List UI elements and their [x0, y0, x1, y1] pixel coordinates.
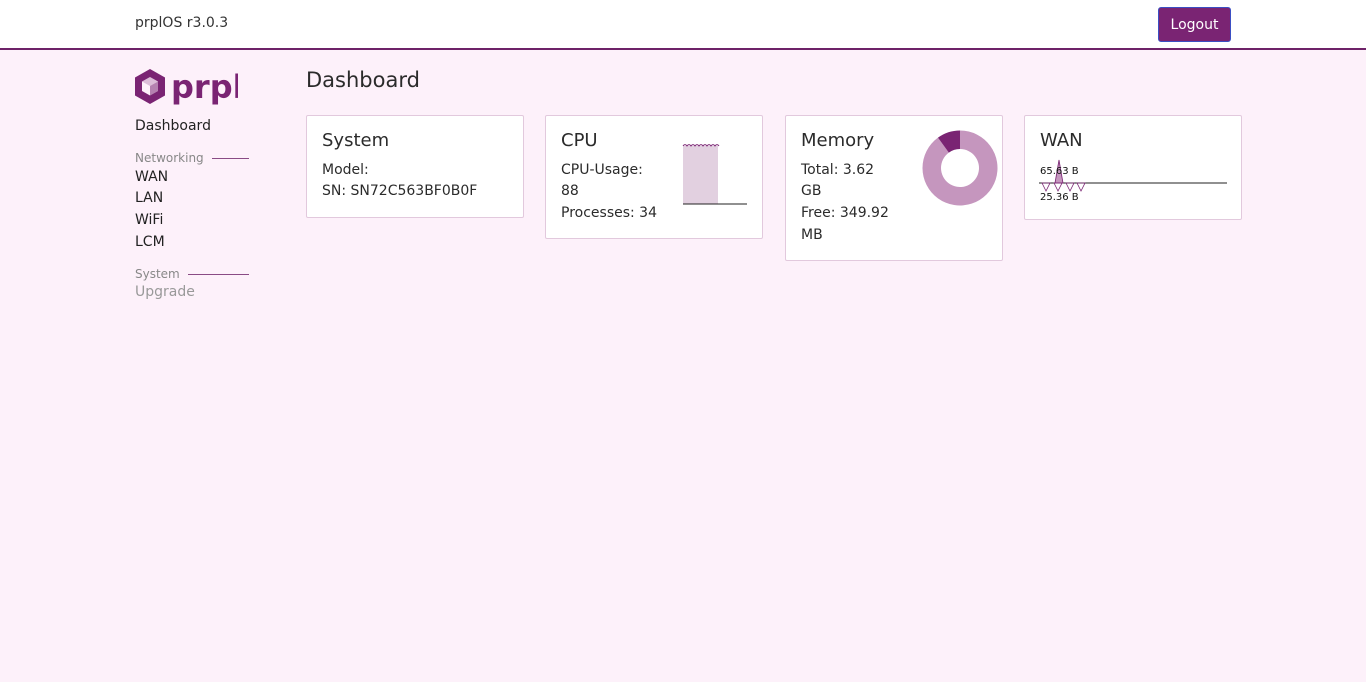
wan-tx-mark — [1065, 182, 1075, 192]
wan-card[interactable]: WAN 65.63 B 25.36 B — [1024, 115, 1242, 220]
system-model: Model: — [322, 162, 369, 178]
system-card[interactable]: System Model: SN: SN72C563BF0B0F — [306, 115, 524, 218]
memory-total-unit: GB — [801, 183, 822, 199]
wan-traffic-chart: 65.63 B 25.36 B — [1039, 159, 1227, 203]
section-divider — [211, 157, 249, 159]
memory-used-slice — [922, 130, 998, 206]
system-serial: SN: SN72C563BF0B0F — [322, 183, 478, 199]
page-title: Dashboard — [306, 68, 420, 92]
cpu-usage-line — [682, 144, 720, 147]
card-title: System — [322, 130, 390, 151]
logo-wordmark: prpl — [171, 68, 238, 106]
sidebar-section-title: System — [135, 267, 180, 281]
sidebar-item-lan[interactable]: LAN — [135, 190, 163, 206]
card-title: WAN — [1040, 130, 1083, 151]
sidebar-item-upgrade[interactable]: Upgrade — [135, 284, 195, 300]
cpu-usage-value: 88 — [561, 183, 579, 199]
card-title: CPU — [561, 130, 598, 151]
cpu-usage-label: CPU-Usage: — [561, 162, 643, 178]
memory-total: Total: 3.62 — [801, 162, 875, 178]
wan-rx-label: 65.63 B — [1040, 166, 1079, 177]
wan-tx-label: 25.36 B — [1040, 192, 1079, 203]
sidebar-item-wifi[interactable]: WiFi — [135, 212, 163, 228]
sidebar-item-wan[interactable]: WAN — [135, 169, 168, 185]
sidebar-section-networking: Networking — [135, 151, 249, 165]
top-bar: prplOS r3.0.3 Logout — [0, 0, 1366, 50]
section-divider — [187, 273, 249, 275]
sidebar-section-system: System — [135, 267, 249, 281]
sidebar-section-title: Networking — [135, 151, 204, 165]
logout-button[interactable]: Logout — [1158, 7, 1231, 42]
prpl-cube-logo-icon: prpl — [135, 68, 244, 106]
cpu-usage-bar — [683, 145, 718, 204]
memory-card[interactable]: Memory Total: 3.62 GB Free: 349.92 MB — [785, 115, 1003, 261]
wan-tx-mark — [1053, 182, 1063, 192]
version-label: prplOS r3.0.3 — [135, 15, 229, 31]
cpu-processes: Processes: 34 — [561, 205, 657, 221]
prpl-logo[interactable]: prpl — [134, 68, 244, 108]
sidebar-item-lcm[interactable]: LCM — [135, 234, 165, 250]
memory-free-unit: MB — [801, 227, 823, 243]
cpu-card[interactable]: CPU CPU-Usage: 88 Processes: 34 — [545, 115, 763, 239]
wan-tx-mark — [1076, 182, 1086, 192]
memory-donut-chart — [922, 130, 998, 206]
sidebar-item-dashboard[interactable]: Dashboard — [135, 118, 211, 134]
card-title: Memory — [801, 130, 875, 151]
cpu-usage-chart — [682, 144, 747, 205]
wan-tx-mark — [1041, 182, 1051, 192]
memory-free: Free: 349.92 — [801, 205, 889, 221]
